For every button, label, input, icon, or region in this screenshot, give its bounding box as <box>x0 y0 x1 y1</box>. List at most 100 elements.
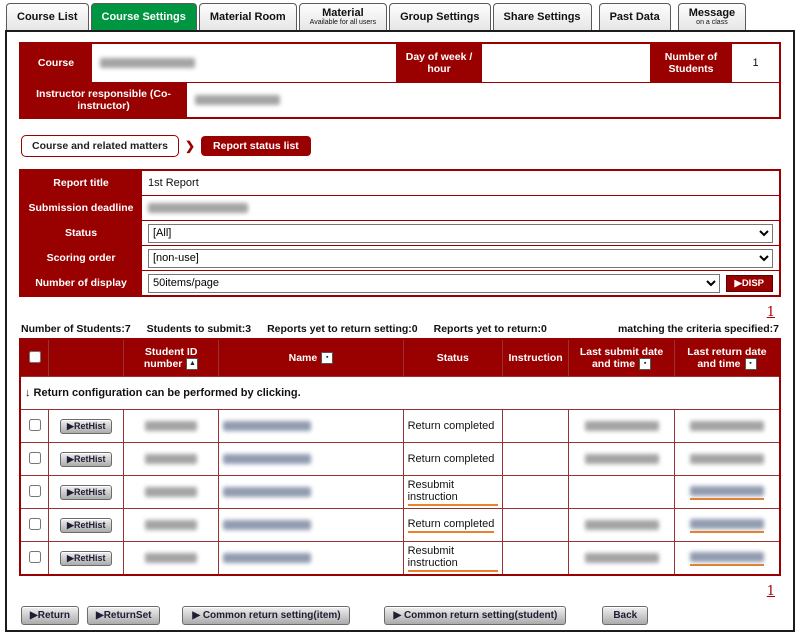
column-toggle-icon[interactable]: ▪ <box>639 358 651 370</box>
tab-course-settings[interactable]: Course Settings <box>91 3 197 30</box>
student-id-cell <box>124 509 219 542</box>
student-name-link[interactable] <box>223 487 311 497</box>
last-return-cell <box>674 410 780 443</box>
student-name-cell <box>219 476 403 509</box>
disp-button[interactable]: ▶DISP <box>726 275 773 292</box>
back-button[interactable]: Back <box>602 606 648 625</box>
last-submit-cell <box>569 443 675 476</box>
tab-past-data[interactable]: Past Data <box>599 3 671 30</box>
return-datetime-link[interactable] <box>690 518 764 533</box>
breadcrumb: Course and related matters ❯ Report stat… <box>21 135 779 157</box>
rethist-cell: ▶RetHist <box>49 476 124 509</box>
status-cell: Return completed <box>403 443 502 476</box>
student-id-cell <box>124 443 219 476</box>
tab-share-settings[interactable]: Share Settings <box>493 3 592 30</box>
rethist-cell: ▶RetHist <box>49 542 124 576</box>
redacted-submit-datetime <box>585 553 659 563</box>
tab-label: Share Settings <box>504 12 581 23</box>
student-id-cell <box>124 410 219 443</box>
col-header-name: Name▪ <box>219 339 403 377</box>
column-toggle-icon[interactable]: ▪ <box>321 352 333 364</box>
row-checkbox-cell <box>20 410 49 443</box>
col-header-last-submit-date-and-time: Last submit date and time▪ <box>569 339 675 377</box>
redacted-student-id <box>145 421 197 431</box>
number-of-display-label: Number of display <box>21 271 141 295</box>
status-cell: Resubmit instruction <box>403 542 502 576</box>
summary-counts: Number of Students:7Students to submit:3… <box>21 323 563 335</box>
tab-course-list[interactable]: Course List <box>6 3 89 30</box>
student-name-link[interactable] <box>223 553 311 563</box>
return-datetime-link[interactable] <box>690 551 764 566</box>
tab-label: Material Room <box>210 12 286 23</box>
common-return-setting-student-button[interactable]: ▶ Common return setting(student) <box>384 606 566 625</box>
student-name-link[interactable] <box>223 520 311 530</box>
rethist-cell: ▶RetHist <box>49 509 124 542</box>
row-checkbox[interactable] <box>29 551 41 563</box>
day-of-week-value-cell <box>481 44 651 82</box>
row-checkbox[interactable] <box>29 485 41 497</box>
student-name-link[interactable] <box>223 421 311 431</box>
tab-group-settings[interactable]: Group Settings <box>389 3 490 30</box>
report-status-table: Student ID number▲Name▪StatusInstruction… <box>19 338 781 576</box>
rethist-column-header <box>49 339 124 377</box>
rethist-button[interactable]: ▶RetHist <box>60 452 112 467</box>
breadcrumb-arrow-icon: ❯ <box>185 139 195 153</box>
number-of-students-label: Number of Students <box>651 44 731 82</box>
report-row: ▶RetHist Return completed <box>20 509 780 542</box>
scoring-order-select[interactable]: [non-use] <box>148 249 773 268</box>
course-related-matters-button[interactable]: Course and related matters <box>21 135 179 157</box>
instruction-cell <box>502 542 568 576</box>
row-checkbox[interactable] <box>29 518 41 530</box>
row-checkbox[interactable] <box>29 419 41 431</box>
status-text[interactable]: Resubmit instruction <box>408 545 498 572</box>
row-checkbox[interactable] <box>29 452 41 464</box>
col-header-label: Instruction <box>508 352 562 364</box>
returnset-button[interactable]: ▶ReturnSet <box>87 606 160 625</box>
rethist-button[interactable]: ▶RetHist <box>60 551 112 566</box>
course-info-row-2: Instructor responsible (Co-instructor) <box>21 82 779 117</box>
tab-material-room[interactable]: Material Room <box>199 3 297 30</box>
redacted-instructor-name <box>195 95 280 105</box>
tab-material[interactable]: MaterialAvailable for all users <box>299 3 387 30</box>
rethist-button[interactable]: ▶RetHist <box>60 419 112 434</box>
tab-label: Course List <box>17 12 78 23</box>
status-text[interactable]: Return completed <box>408 518 495 533</box>
last-return-cell <box>674 542 780 576</box>
tab-message[interactable]: Messageon a class <box>678 3 746 30</box>
status-text[interactable]: Resubmit instruction <box>408 479 498 506</box>
row-checkbox-cell <box>20 443 49 476</box>
number-of-display-row: Number of display 50items/page ▶DISP <box>21 270 779 295</box>
summary-item: Reports yet to return:0 <box>434 323 547 335</box>
scoring-order-cell: [non-use] <box>141 246 779 270</box>
status-cell: Resubmit instruction <box>403 476 502 509</box>
student-name-link[interactable] <box>223 454 311 464</box>
status-select[interactable]: [All] <box>148 224 773 243</box>
sort-ascending-icon[interactable]: ▲ <box>186 358 198 370</box>
pagination-bottom: 1 <box>19 582 775 600</box>
status-cell: Return completed <box>403 410 502 443</box>
pagination-top: 1 <box>19 303 775 321</box>
instructor-label: Instructor responsible (Co-instructor) <box>21 83 186 117</box>
submission-deadline-label: Submission deadline <box>21 196 141 220</box>
col-header-instruction: Instruction <box>502 339 568 377</box>
redacted-student-id <box>145 487 197 497</box>
rethist-button[interactable]: ▶RetHist <box>60 518 112 533</box>
report-title-row: Report title 1st Report <box>21 171 779 195</box>
return-button[interactable]: ▶Return <box>21 606 79 625</box>
instructor-value-cell <box>186 83 779 117</box>
select-all-checkbox[interactable] <box>29 351 41 363</box>
report-status-list-button[interactable]: Report status list <box>201 136 311 156</box>
rethist-button[interactable]: ▶RetHist <box>60 485 112 500</box>
redacted-student-id <box>145 553 197 563</box>
status-filter-cell: [All] <box>141 221 779 245</box>
common-return-setting-item-button[interactable]: ▶ Common return setting(item) <box>182 606 350 625</box>
return-datetime-link[interactable] <box>690 485 764 500</box>
instruction-cell <box>502 410 568 443</box>
display-count-select[interactable]: 50items/page <box>148 274 720 293</box>
student-name-cell <box>219 509 403 542</box>
scoring-order-label: Scoring order <box>21 246 141 270</box>
main-frame: Course Day of week / hour Number of Stud… <box>5 30 795 632</box>
page-link-1[interactable]: 1 <box>767 305 775 320</box>
page-link-1[interactable]: 1 <box>767 584 775 599</box>
column-toggle-icon[interactable]: ▪ <box>745 358 757 370</box>
